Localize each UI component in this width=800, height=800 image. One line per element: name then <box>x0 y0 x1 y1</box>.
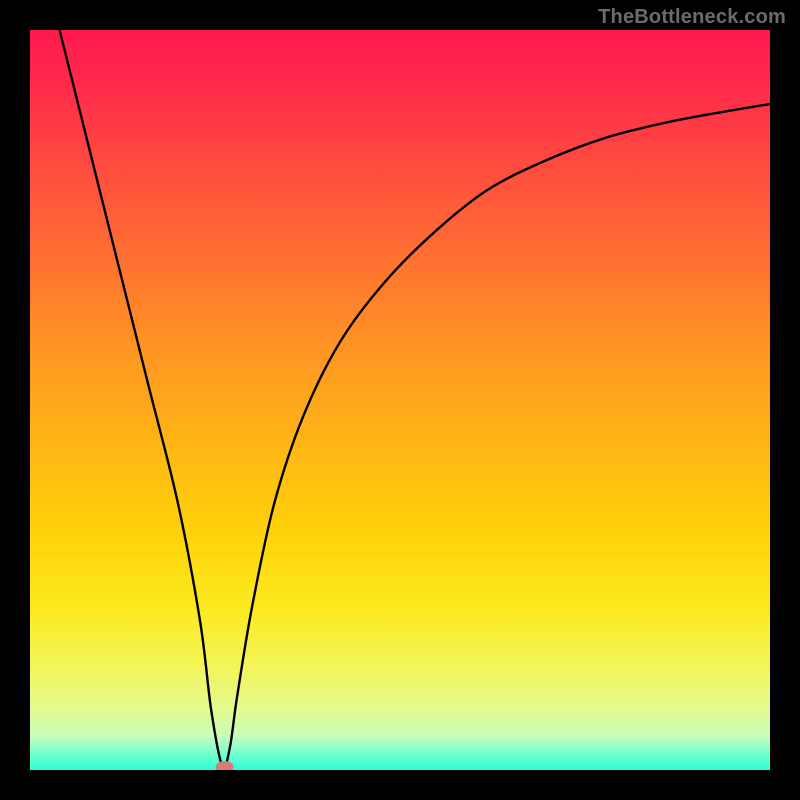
chart-svg <box>30 30 770 770</box>
watermark-text: TheBottleneck.com <box>598 6 786 29</box>
chart-marker <box>216 761 234 770</box>
chart-plot-area <box>30 30 770 770</box>
bottleneck-curve <box>60 30 770 768</box>
